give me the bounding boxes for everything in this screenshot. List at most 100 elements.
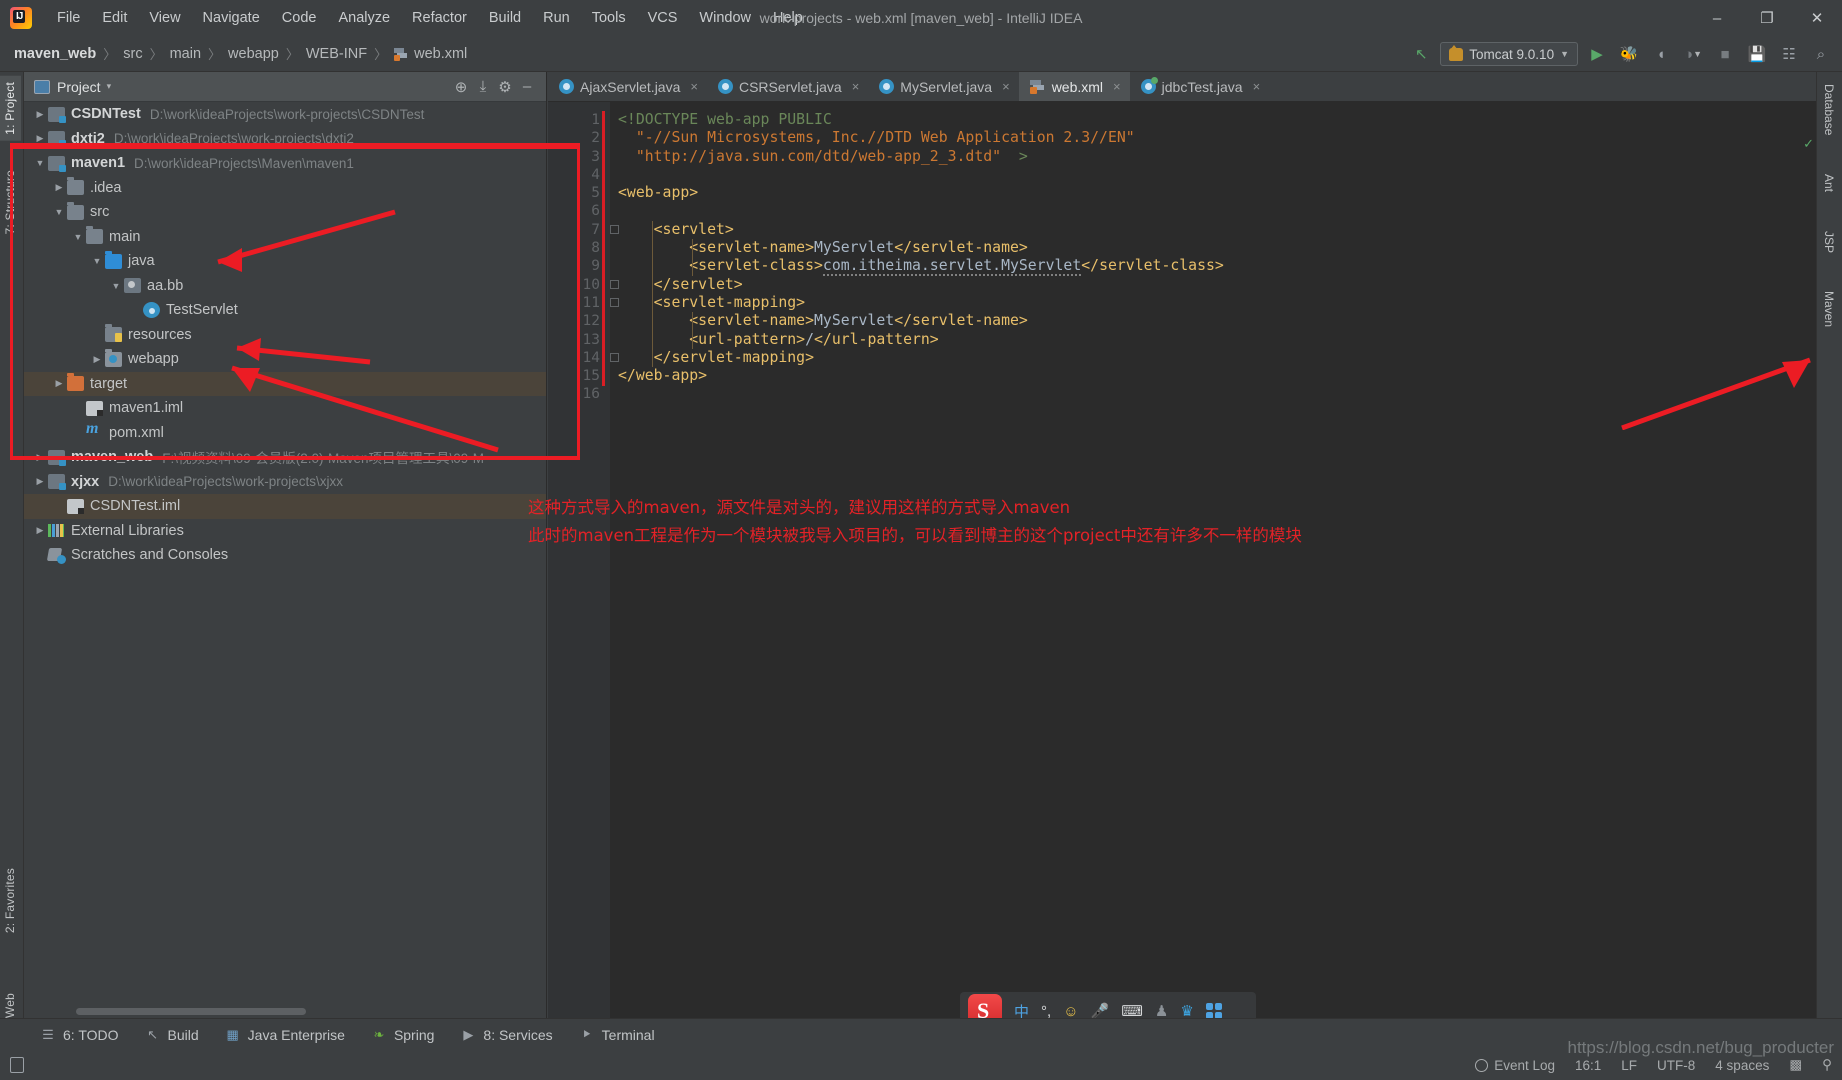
breadcrumb-item-webxml[interactable]: web.xml	[394, 46, 467, 62]
menu-view[interactable]: View	[138, 6, 191, 30]
tree-node-resources[interactable]: resources	[24, 323, 546, 348]
chevron-right-icon[interactable]: ▶	[51, 378, 67, 389]
sidebar-item-jsp[interactable]: JSP	[1817, 227, 1841, 257]
close-tab-icon[interactable]: ×	[1113, 79, 1121, 94]
chevron-down-icon[interactable]: ▾	[107, 81, 112, 92]
sidebar-item-structure[interactable]: 7: Structure	[0, 164, 21, 240]
chevron-down-icon[interactable]: ▼	[70, 232, 86, 242]
locate-file-icon[interactable]: ⊕	[450, 76, 472, 98]
tree-node-aa-bb[interactable]: ▼aa.bb	[24, 274, 546, 299]
editor-tab-csrservlet-java[interactable]: CSRServlet.java×	[707, 72, 868, 101]
close-tab-icon[interactable]: ×	[1253, 79, 1261, 94]
ime-apps-icon[interactable]	[1206, 1003, 1222, 1019]
sidebar-item-favorites[interactable]: 2: Favorites	[0, 862, 21, 939]
menu-code[interactable]: Code	[271, 6, 328, 30]
editor-tab-ajaxservlet-java[interactable]: AjaxServlet.java×	[548, 72, 707, 101]
menu-analyze[interactable]: Analyze	[327, 6, 401, 30]
tree-node-main[interactable]: ▼main	[24, 225, 546, 250]
sidebar-item-ant[interactable]: Ant	[1817, 170, 1841, 196]
close-button[interactable]: ✕	[1792, 0, 1842, 36]
tree-node-src[interactable]: ▼src	[24, 200, 546, 225]
breadcrumb-item-main[interactable]: main	[170, 46, 201, 62]
chevron-down-icon[interactable]: ▼	[32, 158, 48, 168]
menu-tools[interactable]: Tools	[581, 6, 637, 30]
tree-node-xjxx[interactable]: ▶xjxxD:\work\ideaProjects\work-projects\…	[24, 470, 546, 495]
build-project-icon[interactable]: ↖	[1408, 41, 1434, 67]
chevron-right-icon[interactable]: ▶	[32, 476, 48, 487]
debug-button[interactable]: 🐝	[1616, 41, 1642, 67]
editor-code[interactable]: <!DOCTYPE web-app PUBLIC "-//Sun Microsy…	[610, 102, 1816, 1018]
file-encoding[interactable]: UTF-8	[1657, 1058, 1695, 1073]
menu-refactor[interactable]: Refactor	[401, 6, 478, 30]
menu-vcs[interactable]: VCS	[637, 6, 689, 30]
project-settings-icon[interactable]: ⚙	[494, 76, 516, 98]
chevron-down-icon[interactable]: ▼	[108, 281, 124, 291]
bottom-tab-build[interactable]: ↖ Build	[145, 1027, 199, 1043]
editor-tab-bar[interactable]: AjaxServlet.java×CSRServlet.java×MyServl…	[548, 72, 1816, 102]
indent-setting[interactable]: 4 spaces	[1715, 1058, 1769, 1073]
run-button[interactable]: ▶	[1584, 41, 1610, 67]
markup-scrollbar[interactable]: ✓	[1804, 132, 1816, 1018]
tree-node-external-libraries[interactable]: ▶External Libraries	[24, 519, 546, 544]
settings-icon[interactable]: ☷	[1776, 41, 1802, 67]
close-tab-icon[interactable]: ×	[1002, 79, 1010, 94]
toggle-toolbars-icon[interactable]	[10, 1057, 24, 1073]
run-configuration-selector[interactable]: Tomcat 9.0.10 ▼	[1440, 42, 1578, 66]
tree-node-target[interactable]: ▶target	[24, 372, 546, 397]
bottom-tab-terminal[interactable]: ⯈ Terminal	[579, 1027, 655, 1043]
project-tree[interactable]: ▶CSDNTestD:\work\ideaProjects\work-proje…	[24, 102, 546, 1004]
git-branch-icon[interactable]: ▩	[1789, 1057, 1802, 1073]
breadcrumb-item-project[interactable]: maven_web	[14, 46, 96, 62]
event-log-button[interactable]: Event Log	[1475, 1058, 1555, 1073]
maximize-button[interactable]: ❐	[1742, 0, 1792, 36]
search-icon[interactable]: ⌕	[1808, 41, 1834, 67]
tree-node-java[interactable]: ▼java	[24, 249, 546, 274]
run-with-coverage-button[interactable]: ◖	[1648, 41, 1674, 67]
tree-node--idea[interactable]: ▶.idea	[24, 176, 546, 201]
hide-panel-icon[interactable]: –	[516, 76, 538, 98]
chevron-down-icon[interactable]: ▼	[89, 256, 105, 266]
breadcrumb-item-src[interactable]: src	[123, 46, 142, 62]
sidebar-item-database[interactable]: Database	[1817, 80, 1841, 139]
chevron-down-icon[interactable]: ▼	[51, 207, 67, 217]
chevron-right-icon[interactable]: ▶	[32, 109, 48, 120]
chevron-right-icon[interactable]: ▶	[51, 182, 67, 193]
breadcrumb-item-webapp[interactable]: webapp	[228, 46, 279, 62]
notification-icon[interactable]: ⚲	[1822, 1057, 1832, 1073]
editor-tab-myservlet-java[interactable]: MyServlet.java×	[868, 72, 1018, 101]
tree-node-webapp[interactable]: ▶webapp	[24, 347, 546, 372]
minimize-button[interactable]: –	[1692, 0, 1742, 36]
chevron-right-icon[interactable]: ▶	[32, 525, 48, 536]
tree-node-testservlet[interactable]: TestServlet	[24, 298, 546, 323]
bottom-tab-todo[interactable]: ☰ 6: TODO	[40, 1027, 119, 1043]
tree-node-pom-xml[interactable]: pom.xml	[24, 421, 546, 446]
tree-node-scratches-and-consoles[interactable]: Scratches and Consoles	[24, 543, 546, 568]
breadcrumb-item-webinf[interactable]: WEB-INF	[306, 46, 367, 62]
bottom-tab-spring[interactable]: ❧ Spring	[371, 1027, 434, 1043]
caret-position[interactable]: 16:1	[1575, 1058, 1601, 1073]
editor-tab-jdbctest-java[interactable]: jdbcTest.java×	[1130, 72, 1270, 101]
tree-node-maven1[interactable]: ▼maven1D:\work\ideaProjects\Maven\maven1	[24, 151, 546, 176]
menu-build[interactable]: Build	[478, 6, 532, 30]
tree-node-maven1-iml[interactable]: maven1.iml	[24, 396, 546, 421]
line-separator[interactable]: LF	[1621, 1058, 1637, 1073]
project-tree-hscrollbar[interactable]	[24, 1004, 546, 1018]
sidebar-item-project[interactable]: 1: Project	[0, 76, 21, 141]
close-tab-icon[interactable]: ×	[852, 79, 860, 94]
bottom-tab-services[interactable]: ▶ 8: Services	[460, 1027, 552, 1043]
menu-navigate[interactable]: Navigate	[192, 6, 271, 30]
editor-tab-web-xml[interactable]: web.xml×	[1019, 72, 1130, 101]
menu-file[interactable]: File	[46, 6, 91, 30]
stop-button[interactable]: ■	[1712, 41, 1738, 67]
update-project-icon[interactable]: 💾	[1744, 41, 1770, 67]
code-editor[interactable]: 12345678910111213141516 <!DOCTYPE web-ap…	[548, 102, 1816, 1018]
bottom-tab-java-enterprise[interactable]: ▦ Java Enterprise	[225, 1027, 345, 1043]
ime-emoji-icon[interactable]: ☺	[1063, 1003, 1078, 1020]
chevron-right-icon[interactable]: ▶	[89, 354, 105, 365]
menu-edit[interactable]: Edit	[91, 6, 138, 30]
menu-run[interactable]: Run	[532, 6, 581, 30]
profile-button[interactable]: ◑▼	[1680, 41, 1706, 67]
close-tab-icon[interactable]: ×	[690, 79, 698, 94]
collapse-all-icon[interactable]: ⤓	[472, 76, 494, 98]
scrollbar-thumb[interactable]	[76, 1008, 306, 1015]
